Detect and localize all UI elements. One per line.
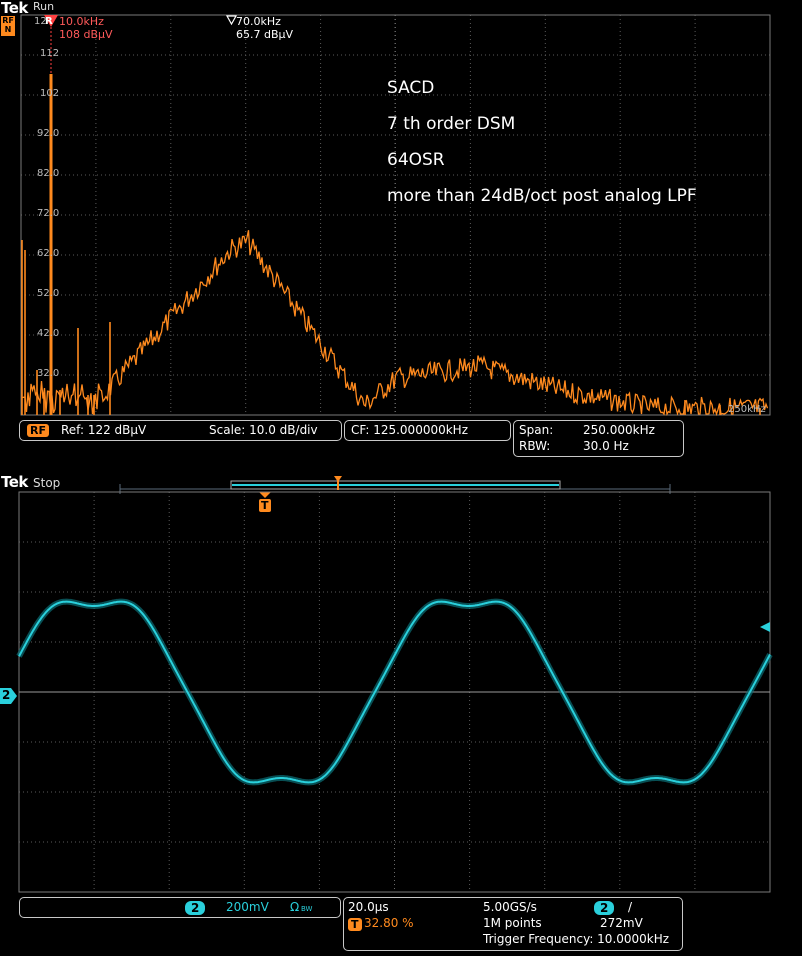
trigger-level: 272mV [600,916,643,930]
ref-marker-level: 108 dBµV [59,28,113,41]
channel-2-badge: 2 [185,901,206,915]
ref-marker-freq: 10.0kHz [59,15,104,28]
span-value: 250.000kHz [583,423,655,437]
channel-2-offset-marker[interactable]: 2 [0,688,18,704]
time-per-div: 20.0µs [348,900,389,914]
scope-panel: Tek Stop T 2 2 200mV Ω BW 20.0µs 5.00GS/… [0,472,802,956]
delta-marker-freq: 70.0kHz [236,15,281,28]
annotation-line: more than 24dB/oct post analog LPF [387,186,697,206]
volts-per-div: 200mV [226,900,269,914]
delta-marker-level: 65.7 dBµV [236,28,294,41]
vertical-scale: Scale: 10.0 dB/div [209,423,318,437]
span-label: Span: [519,423,554,437]
rbw-label: RBW: [519,439,551,453]
reference-marker-readout[interactable]: R 10.0kHz 108 dBµV [44,15,113,41]
acquisition-trigger-bar[interactable]: 20.0µs 5.00GS/s 2 / T 32.80 % 1M points … [343,897,683,951]
coupling-icon: Ω [290,900,300,914]
sample-rate: 5.00GS/s [483,900,537,914]
y-label: 42.0 [37,328,60,339]
spectrum-graticule [20,14,771,417]
scope-graticule [16,491,773,893]
annotation-line: 64OSR [387,150,445,170]
y-label: 92.0 [37,128,60,139]
y-label: 102 [40,88,60,99]
trigger-position: 32.80 % [364,916,414,930]
channel-settings-bar[interactable]: 2 200mV Ω BW [19,897,341,918]
reference-level: Ref: 122 dBµV [61,423,147,437]
y-label: 72.0 [37,208,60,219]
annotation-line: 7 th order DSM [387,114,516,134]
y-label: 112 [40,48,60,59]
channel-2-level-marker [760,622,770,632]
channel-2-marker-label: 2 [2,688,11,702]
y-label-top-partial: 12 [34,16,47,27]
y-label: 32.0 [37,368,60,379]
y-label: 52.0 [37,288,60,299]
trigger-position-badge: T [348,918,362,931]
record-length: 1M points [483,916,542,930]
center-frequency: CF: 125.000000kHz [351,423,469,437]
annotation-line: SACD [387,78,435,98]
x-end-label: 250kHz [728,404,766,415]
y-label: 82.0 [37,168,60,179]
center-frequency-bar[interactable]: CF: 125.000000kHz [344,420,511,441]
trigger-source-badge: 2 [594,901,615,915]
rf-badge: RF [27,424,49,437]
trigger-frequency: Trigger Frequency: 10.0000kHz [483,932,670,946]
rbw-value: 30.0 Hz [583,439,629,453]
rf-settings-bar[interactable]: RF Ref: 122 dBµV Scale: 10.0 dB/div [19,420,342,441]
bandwidth-limit-icon: BW [301,905,313,913]
spectrum-panel: Tek Run RF N R 10.0kHz 108 dBµV 70.0kHz … [0,0,802,460]
y-label: 62.0 [37,248,60,259]
span-rbw-bar[interactable]: Span: 250.000kHz RBW: 30.0 Hz [513,420,684,457]
spectrum-trace [21,230,769,417]
trigger-slope-icon: / [628,900,633,914]
delta-marker-readout[interactable]: 70.0kHz 65.7 dBµV [226,15,293,41]
